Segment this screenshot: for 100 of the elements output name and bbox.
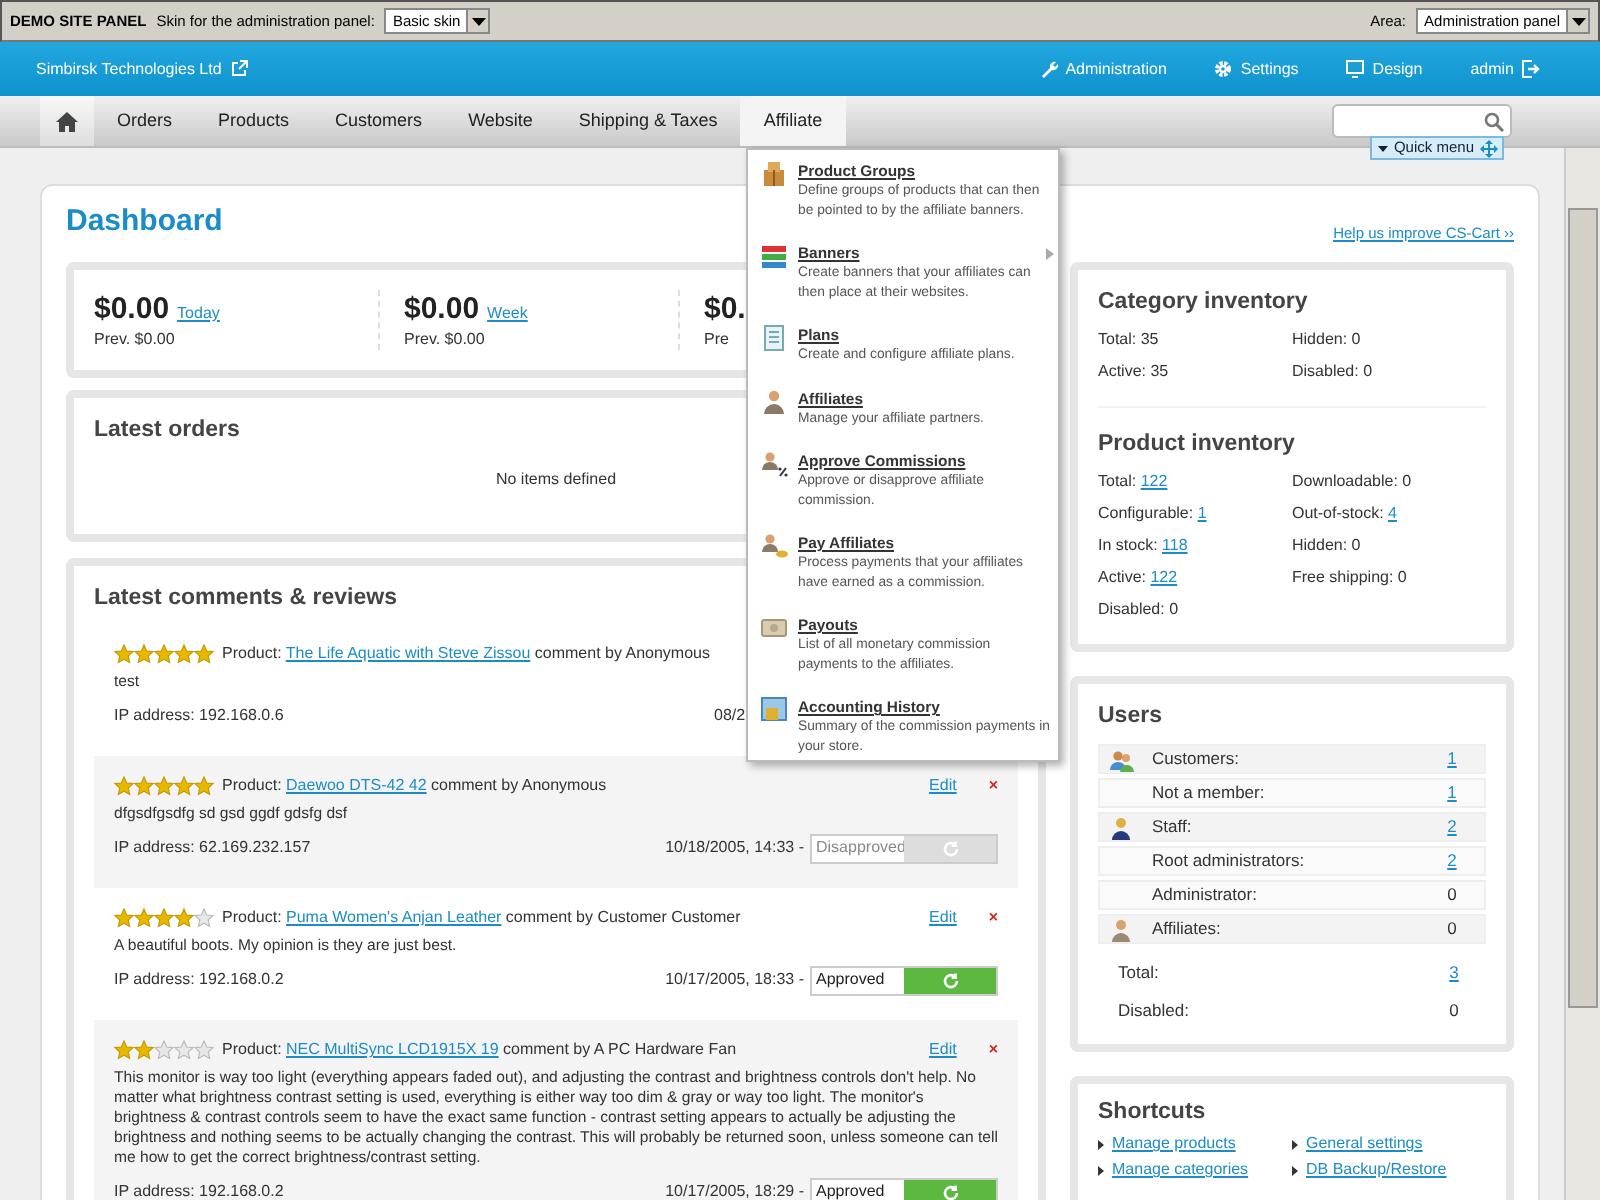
- sales-amount: $0.00: [94, 290, 170, 330]
- money-icon: [760, 614, 788, 642]
- inventory-stat: Downloadable: 0: [1292, 472, 1412, 490]
- nav-tab[interactable]: Affiliate: [740, 96, 846, 146]
- home-tab[interactable]: [40, 96, 94, 146]
- star-icon: [114, 644, 134, 664]
- external-link-icon: [229, 60, 248, 78]
- inventory-stat: Disabled: 0: [1098, 600, 1179, 618]
- product-link[interactable]: Puma Women's Anjan Leather: [286, 908, 502, 926]
- count-link[interactable]: 122: [1140, 472, 1168, 490]
- banner-icon: [760, 242, 788, 270]
- status-select[interactable]: Disapproved: [810, 833, 998, 863]
- person-icon: [1108, 917, 1134, 941]
- search-field[interactable]: [1332, 104, 1512, 138]
- header-link[interactable]: Administration: [1039, 59, 1167, 79]
- star-icon: [114, 776, 134, 796]
- previous-amount: Pre: [704, 330, 729, 348]
- star-icon: [154, 908, 174, 928]
- edit-link[interactable]: Edit: [929, 1040, 957, 1060]
- inventory-stat: Active: 122: [1098, 568, 1178, 586]
- delete-button[interactable]: ×: [988, 908, 998, 928]
- user-label: Disabled:: [1118, 1000, 1189, 1022]
- edit-link[interactable]: Edit: [929, 776, 957, 796]
- person-icon: [1108, 815, 1134, 839]
- star-icon: [194, 644, 214, 664]
- status-select[interactable]: Approved: [810, 1177, 998, 1200]
- inventory-stat: Hidden: 0: [1292, 330, 1361, 348]
- card-title: Latest comments & reviews: [94, 584, 397, 614]
- shortcut-link[interactable]: Manage categories: [1112, 1160, 1249, 1180]
- shortcut-link[interactable]: Manage products: [1112, 1134, 1236, 1154]
- inventory-stat: Total: 35: [1098, 330, 1159, 348]
- review-product-line: Product: Puma Women's Anjan Leather comment by Customer Customer: [222, 908, 741, 928]
- count-link[interactable]: 3: [1434, 962, 1474, 984]
- monitor-icon: [1346, 60, 1365, 78]
- user-count: 0: [1447, 1000, 1461, 1022]
- star-icon: [114, 908, 134, 928]
- count-link[interactable]: 4: [1388, 504, 1397, 522]
- user-label: Affiliates:: [1152, 918, 1221, 940]
- bullet-icon: [1292, 1139, 1298, 1149]
- count-link[interactable]: 122: [1150, 568, 1178, 586]
- star-icon: [174, 776, 194, 796]
- nav-tab[interactable]: Orders: [94, 96, 196, 146]
- user-count: 0: [1445, 918, 1459, 940]
- document-icon: [760, 324, 788, 352]
- header-link[interactable]: Design: [1346, 59, 1423, 79]
- header-link[interactable]: admin: [1470, 59, 1540, 79]
- user-label: Root administrators:: [1152, 850, 1305, 872]
- star-icon: [154, 644, 174, 664]
- previous-amount: Prev. $0.00: [94, 330, 175, 348]
- inventory-stat: In stock: 118: [1098, 536, 1188, 554]
- product-link[interactable]: Daewoo DTS-42 42: [286, 776, 427, 794]
- count-link[interactable]: 1: [1432, 782, 1472, 804]
- ip-address: IP address: 192.168.0.2: [114, 970, 284, 990]
- search-icon: [1484, 111, 1504, 131]
- review-date: 08/2: [714, 706, 746, 726]
- scrollbar[interactable]: [1564, 148, 1600, 1200]
- star-icon: [174, 1040, 194, 1060]
- star-icon: [134, 776, 154, 796]
- header-link[interactable]: Settings: [1214, 59, 1299, 79]
- refresh-icon: [941, 1183, 959, 1200]
- company-link[interactable]: Simbirsk Technologies Ltd: [36, 59, 248, 79]
- page-title: Dashboard: [66, 202, 223, 242]
- star-icon: [134, 644, 154, 664]
- star-icon: [134, 1040, 154, 1060]
- nav-tab[interactable]: Website: [445, 96, 556, 146]
- status-select[interactable]: Approved: [810, 965, 998, 995]
- refresh-icon: [941, 839, 959, 857]
- count-link[interactable]: 2: [1432, 816, 1472, 838]
- period-link[interactable]: Week: [487, 304, 528, 324]
- nav-tab[interactable]: Shipping & Taxes: [555, 96, 741, 146]
- inventory-stat: Configurable: 1: [1098, 504, 1207, 522]
- star-icon: [154, 1040, 174, 1060]
- review-product-line: Product: NEC MultiSync LCD1915X 19 comment by A PC Hardware Fan: [222, 1040, 737, 1060]
- bullet-icon: [1098, 1165, 1104, 1175]
- card-title: Product inventory: [1098, 430, 1295, 460]
- count-link[interactable]: 2: [1432, 850, 1472, 872]
- review-date: 10/17/2005, 18:33 -: [665, 970, 804, 990]
- inventory-stat: Free shipping: 0: [1292, 568, 1407, 586]
- sales-amount: $0.: [704, 290, 746, 330]
- edit-link[interactable]: Edit: [929, 908, 957, 928]
- product-link[interactable]: NEC MultiSync LCD1915X 19: [286, 1040, 499, 1058]
- star-icon: [114, 1040, 134, 1060]
- boxes-icon: [760, 160, 788, 188]
- period-link[interactable]: Today: [177, 304, 220, 324]
- count-link[interactable]: 118: [1162, 536, 1188, 554]
- star-icon: [134, 908, 154, 928]
- delete-button[interactable]: ×: [988, 1040, 998, 1060]
- count-link[interactable]: 1: [1197, 504, 1207, 522]
- count-link[interactable]: 1: [1432, 748, 1472, 770]
- product-link[interactable]: The Life Aquatic with Steve Zissou: [285, 644, 531, 662]
- delete-button[interactable]: ×: [988, 776, 998, 796]
- move-icon: [1480, 139, 1498, 157]
- shortcut-link[interactable]: General settings: [1306, 1134, 1423, 1154]
- nav-tab[interactable]: Products: [195, 96, 313, 146]
- nav-tab[interactable]: Customers: [312, 96, 446, 146]
- shortcut-link[interactable]: DB Backup/Restore: [1306, 1160, 1447, 1180]
- inventory-stat: Active: 35: [1098, 362, 1169, 380]
- sales-amount: $0.00: [404, 290, 480, 330]
- star-icon: [174, 908, 194, 928]
- ip-address: IP address: 62.169.232.157: [114, 838, 311, 858]
